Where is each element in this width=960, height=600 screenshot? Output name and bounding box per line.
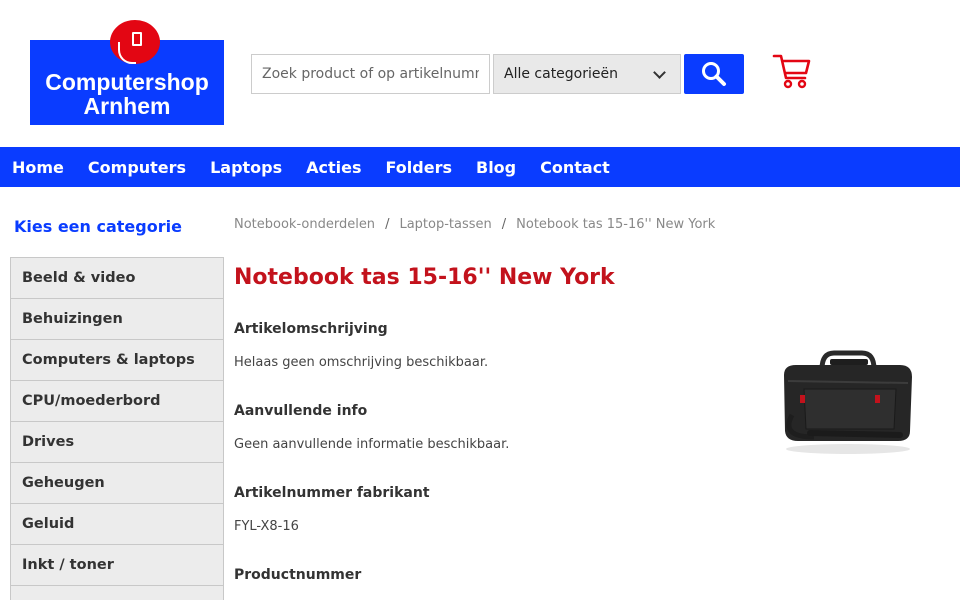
category-select[interactable]: Alle categorieën — [493, 54, 681, 94]
logo-line2: Arnhem — [83, 93, 171, 119]
search-input[interactable] — [251, 54, 490, 94]
nav-contact[interactable]: Contact — [540, 158, 610, 177]
category-list: Beeld & video Behuizingen Computers & la… — [10, 257, 224, 600]
mfr-number-heading: Artikelnummer fabrikant — [234, 485, 430, 501]
sidebar-item-geluid[interactable]: Geluid — [11, 503, 223, 544]
breadcrumb-item[interactable]: Laptop-tassen — [399, 217, 491, 232]
sidebar-item-geheugen[interactable]: Geheugen — [11, 462, 223, 503]
sidebar-item-behuizingen[interactable]: Behuizingen — [11, 298, 223, 339]
mfr-number-value: FYL-X8-16 — [234, 519, 299, 534]
breadcrumb: Notebook-onderdelen / Laptop-tassen / Notebo… — [234, 217, 716, 232]
search-button[interactable] — [684, 54, 744, 94]
info-text: Geen aanvullende informatie beschikbaar. — [234, 437, 510, 452]
main-nav: Home Computers Laptops Acties Folders Bl… — [0, 147, 960, 187]
category-select-value: Alle categorieën — [504, 66, 618, 82]
logo-badge-icon — [110, 20, 160, 64]
breadcrumb-current: Notebook tas 15-16'' New York — [516, 217, 716, 232]
product-image[interactable] — [770, 345, 920, 455]
breadcrumb-item[interactable]: Notebook-onderdelen — [234, 217, 375, 232]
logo[interactable]: Computershop Arnhem — [30, 20, 224, 125]
search-icon — [702, 62, 726, 86]
sidebar-item-next[interactable] — [11, 585, 223, 600]
description-heading: Artikelomschrijving — [234, 321, 388, 337]
cart-button[interactable] — [772, 52, 812, 90]
sidebar-item-drives[interactable]: Drives — [11, 421, 223, 462]
info-heading: Aanvullende info — [234, 403, 368, 419]
nav-blog[interactable]: Blog — [476, 158, 516, 177]
nav-home[interactable]: Home — [12, 158, 64, 177]
chevron-down-icon — [653, 65, 666, 79]
nav-folders[interactable]: Folders — [386, 158, 452, 177]
description-text: Helaas geen omschrijving beschikbaar. — [234, 355, 489, 370]
nav-acties[interactable]: Acties — [306, 158, 361, 177]
product-number-heading: Productnummer — [234, 567, 362, 583]
sidebar-title: Kies een categorie — [14, 217, 182, 236]
laptop-bag-image — [784, 350, 912, 454]
sidebar-item-inkt-toner[interactable]: Inkt / toner — [11, 544, 223, 585]
sidebar-item-beeld-video[interactable]: Beeld & video — [11, 257, 223, 298]
sidebar-item-computers-laptops[interactable]: Computers & laptops — [11, 339, 223, 380]
cart-icon — [772, 54, 811, 89]
product-title: Notebook tas 15-16'' New York — [234, 265, 615, 290]
header: Computershop Arnhem Alle categorieën — [0, 0, 960, 147]
logo-line1: Computershop — [45, 69, 209, 95]
nav-computers[interactable]: Computers — [88, 158, 186, 177]
nav-laptops[interactable]: Laptops — [210, 158, 282, 177]
sidebar-item-cpu-moederbord[interactable]: CPU/moederbord — [11, 380, 223, 421]
